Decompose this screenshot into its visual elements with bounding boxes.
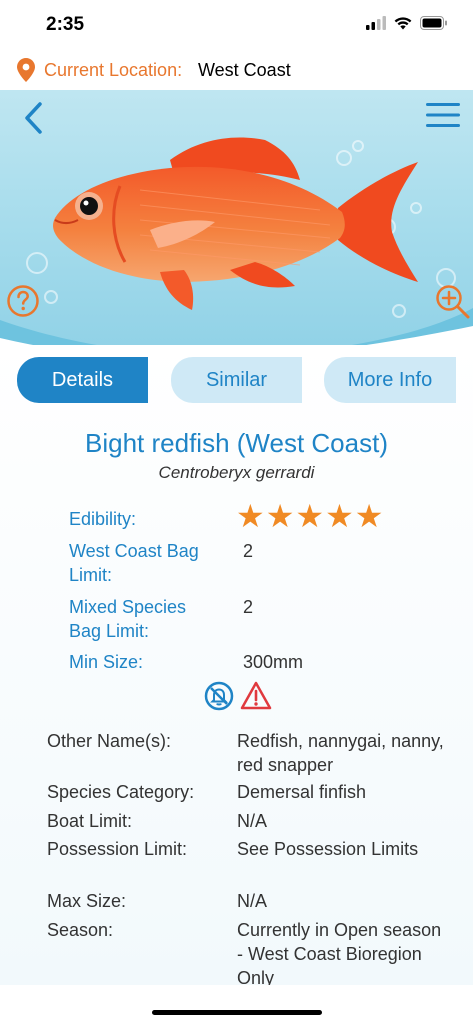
- location-pin-icon: [17, 58, 35, 82]
- fish-hero: [0, 90, 473, 360]
- bottom-safe-area: [0, 985, 473, 1024]
- edibility-label: Edibility:: [69, 509, 137, 529]
- edibility-rating: ★ ★ ★ ★ ★: [236, 500, 383, 532]
- status-time: 2:35: [46, 14, 85, 35]
- location-value: West Coast: [198, 60, 291, 80]
- bag-limit-value: 2: [243, 541, 254, 561]
- min-size-label: Min Size:: [69, 652, 144, 672]
- menu-icon[interactable]: [426, 103, 460, 127]
- season-value: Currently in Open season - West Coast Bi…: [237, 920, 442, 988]
- back-chevron-icon[interactable]: [20, 100, 50, 136]
- tab-similar-label: Similar: [205, 368, 268, 391]
- mixed-bag-label-line1: Mixed Species: [69, 597, 187, 617]
- status-icons: [366, 16, 448, 30]
- bag-limit-label-line2: Limit:: [69, 565, 113, 585]
- location-label: Current Location:: [44, 60, 183, 80]
- tab-more-info-label: More Info: [347, 368, 433, 391]
- no-notifications-icon[interactable]: [204, 681, 234, 711]
- species-category-value: Demersal finfish: [237, 782, 367, 802]
- season-label: Season:: [47, 920, 114, 940]
- mixed-bag-value: 2: [243, 597, 254, 617]
- signal-icon: [366, 16, 386, 30]
- bag-limit-label-line1: West Coast Bag: [69, 541, 199, 561]
- warning-icon[interactable]: [240, 681, 272, 711]
- star-icon: ★: [325, 498, 354, 534]
- tab-more-info[interactable]: More Info: [324, 357, 456, 403]
- star-icon: ★: [295, 498, 325, 534]
- home-indicator[interactable]: [152, 1010, 322, 1015]
- possession-limit-value[interactable]: See Possession Limits: [237, 837, 447, 861]
- location-bar[interactable]: Current Location: West Coast: [0, 50, 473, 90]
- fish-image: [0, 137, 473, 360]
- tab-details-label: Details: [51, 368, 114, 391]
- species-category-label: Species Category:: [47, 782, 195, 802]
- other-names-label: Other Name(s):: [47, 731, 172, 751]
- zoom-in-icon[interactable]: [434, 283, 472, 321]
- fish-scientific-name: Centroberyx gerrardi: [158, 463, 315, 482]
- boat-limit-label: Boat Limit:: [47, 811, 133, 831]
- help-icon[interactable]: [6, 284, 40, 318]
- tab-similar[interactable]: Similar: [171, 357, 302, 403]
- star-icon: ★: [354, 498, 384, 534]
- mixed-bag-label-line2: Bag Limit:: [69, 621, 150, 641]
- possession-limit-label: Possession Limit:: [47, 839, 188, 859]
- tab-details[interactable]: Details: [17, 357, 148, 403]
- status-bar: 2:35: [0, 0, 473, 50]
- other-names-value: Redfish, nannygai, nanny, red snapper: [237, 731, 444, 775]
- min-size-value: 300mm: [243, 652, 304, 672]
- star-icon: ★: [265, 498, 295, 534]
- fish-common-name: Bight redfish (West Coast): [85, 428, 388, 458]
- wifi-icon: [394, 17, 412, 30]
- boat-limit-value: N/A: [237, 811, 268, 831]
- max-size-label: Max Size:: [47, 891, 127, 911]
- battery-icon: [420, 16, 447, 30]
- star-icon: ★: [236, 498, 265, 534]
- max-size-value: N/A: [237, 891, 268, 911]
- warning-icons: [204, 681, 272, 711]
